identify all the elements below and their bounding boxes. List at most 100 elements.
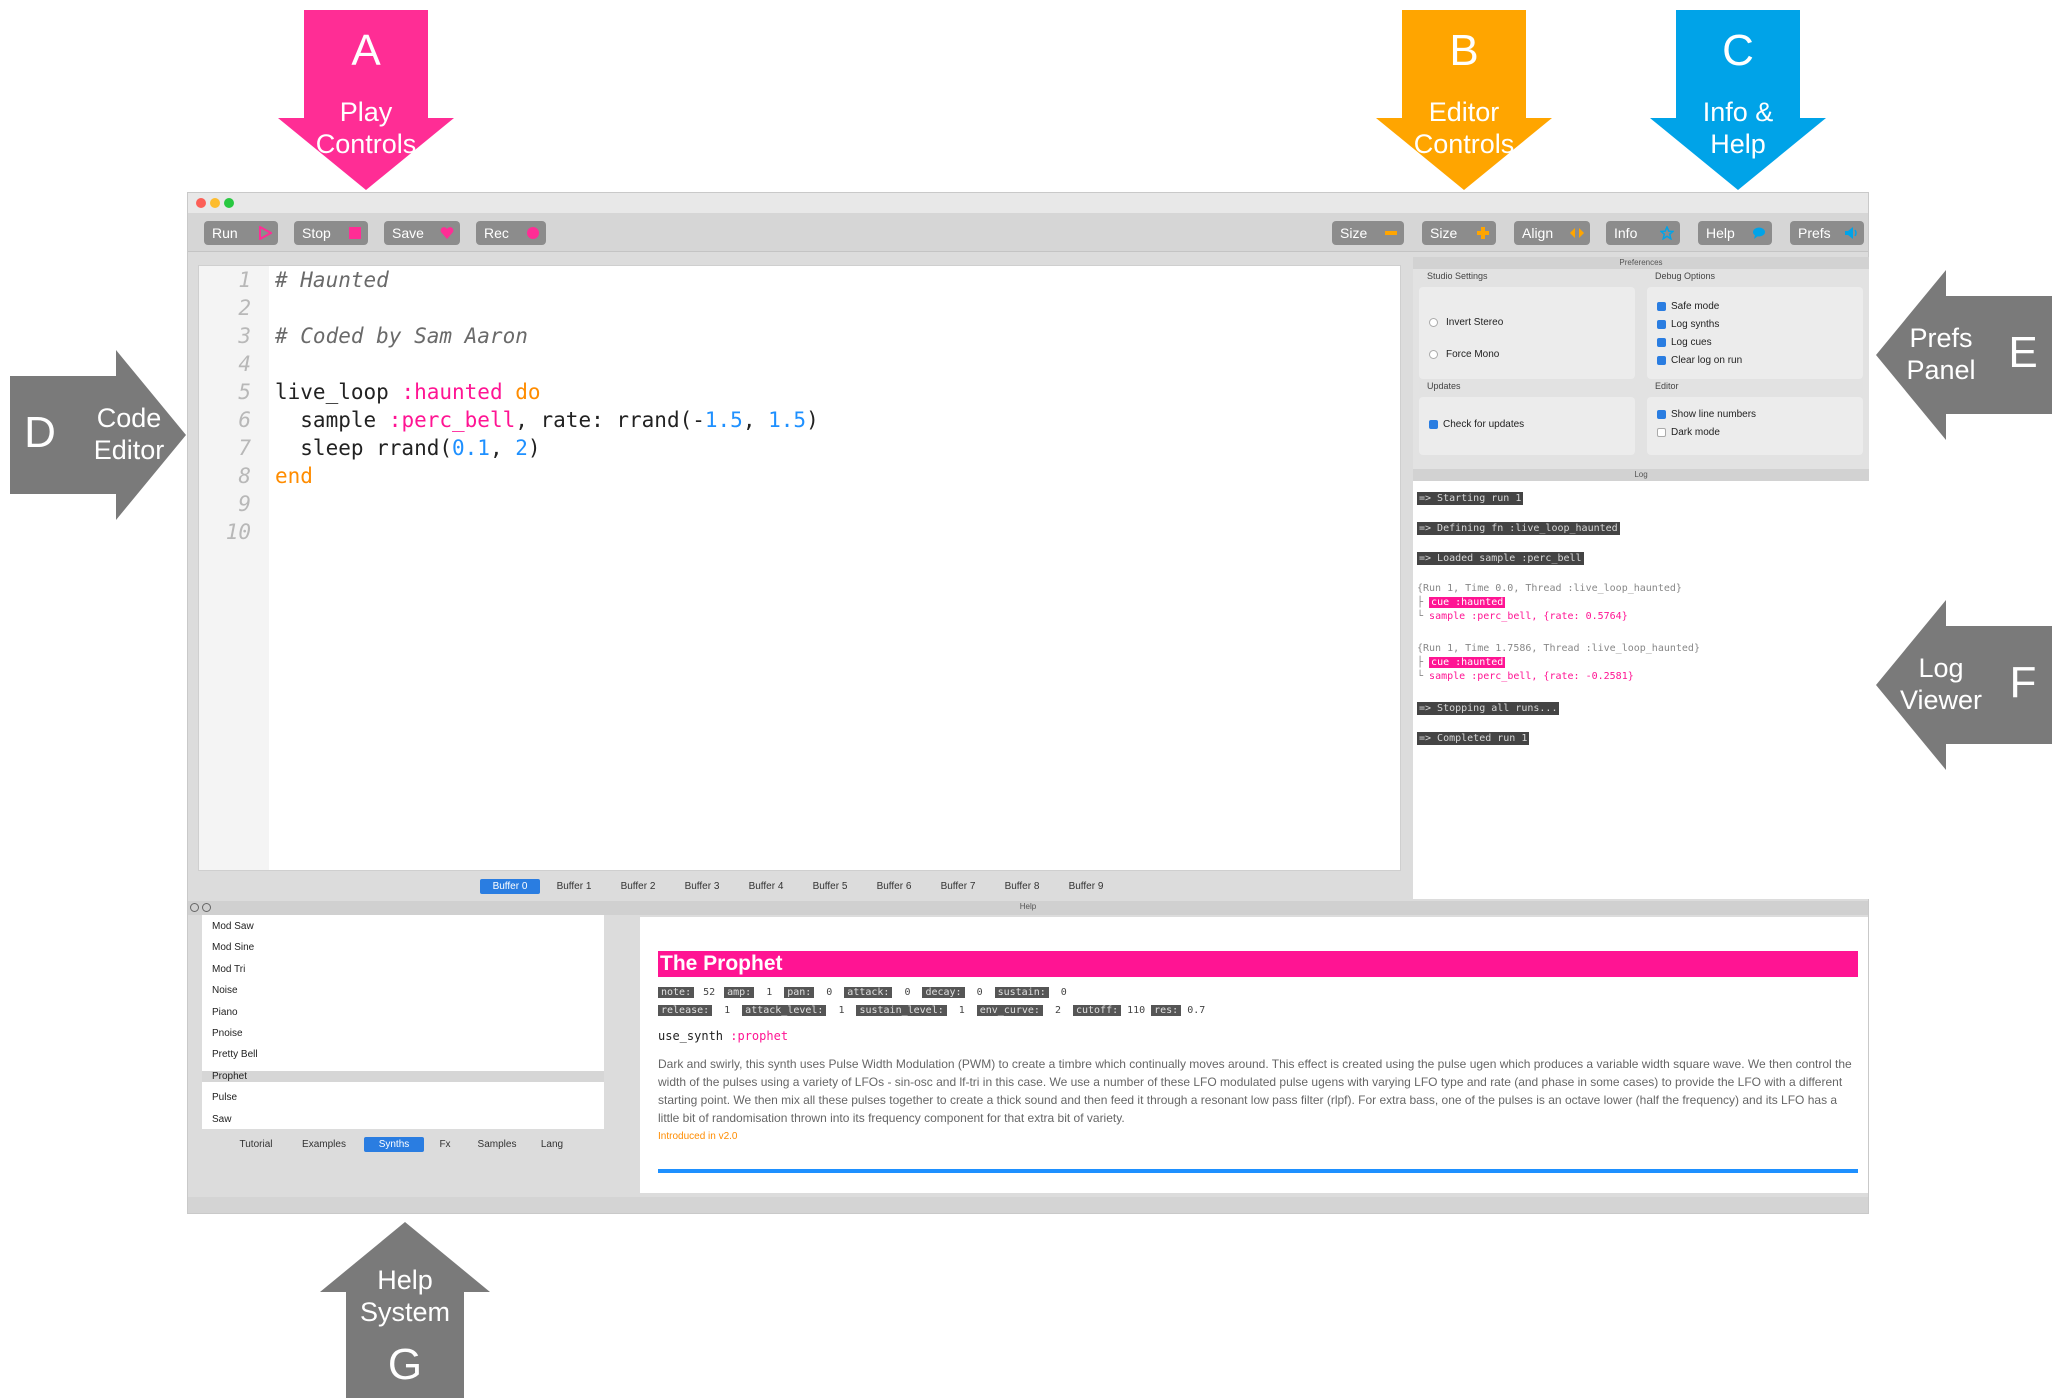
arg-name: pan: xyxy=(784,987,815,998)
code-token: sample xyxy=(275,408,389,432)
callout-letter: B xyxy=(1449,26,1479,75)
buffer-tab[interactable]: Buffer 2 xyxy=(608,879,668,894)
prefs-button[interactable]: Prefs xyxy=(1790,221,1864,245)
synth-list[interactable]: Mod Saw Mod Sine Mod Tri Noise Piano Pnoise Pr… xyxy=(202,915,604,1129)
record-button[interactable]: Rec xyxy=(476,221,546,245)
dark-mode-checkbox[interactable]: Dark mode xyxy=(1657,427,1720,438)
text-size-decrease-button[interactable]: Size xyxy=(1332,221,1404,245)
callout-letter: G xyxy=(387,1340,423,1389)
minimize-window-button[interactable] xyxy=(210,198,220,208)
synth-list-item[interactable]: Mod Sine xyxy=(212,942,254,953)
code-token: 1.5 xyxy=(768,408,807,432)
speaker-icon xyxy=(1845,227,1857,239)
code-token: live_loop xyxy=(275,380,402,404)
help-document: The Prophet note: 52 amp: 1 pan: 0 attack: 0 dec… xyxy=(640,917,1868,1193)
align-icon xyxy=(1570,228,1584,238)
callout-letter: C xyxy=(1722,26,1754,75)
checkbox-checked xyxy=(1657,337,1666,347)
log-text: => Defining fn :live_loop_haunted xyxy=(1417,522,1620,535)
synth-list-item[interactable]: Pulse xyxy=(212,1092,237,1103)
arg-name: attack_level: xyxy=(742,1005,827,1016)
arg-value: 0 xyxy=(976,987,983,998)
star-icon xyxy=(1660,226,1674,240)
arg-name: decay: xyxy=(922,987,965,998)
option-label: Invert Stereo xyxy=(1446,317,1504,328)
debug-options-group: Debug Options Safe mode Log synths Log c… xyxy=(1647,271,1863,379)
doc-divider xyxy=(658,1169,1858,1173)
synth-list-item[interactable]: Mod Saw xyxy=(212,921,254,932)
buffer-tab[interactable]: Buffer 4 xyxy=(736,879,796,894)
save-button[interactable]: Save xyxy=(384,221,460,245)
arg-name: sustain: xyxy=(994,987,1049,998)
callout-label: Editor xyxy=(93,435,165,465)
help-tab[interactable]: Tutorial xyxy=(228,1137,284,1152)
synth-list-item[interactable]: Pnoise xyxy=(212,1028,243,1039)
log-synths-checkbox[interactable]: Log synths xyxy=(1657,319,1719,330)
callout-letter: D xyxy=(24,408,56,457)
buffer-tab[interactable]: Buffer 6 xyxy=(864,879,924,894)
callout-label: Controls xyxy=(1413,129,1515,159)
line-number: 7 xyxy=(238,436,251,460)
help-tab[interactable]: Samples xyxy=(466,1137,528,1152)
buffer-tab[interactable]: Buffer 9 xyxy=(1056,879,1116,894)
help-tab[interactable]: Fx xyxy=(428,1137,462,1152)
force-mono-radio[interactable]: Force Mono xyxy=(1429,349,1499,360)
synth-args-row: note: 52 amp: 1 pan: 0 attack: 0 decay: 0 sustain:… xyxy=(658,987,1079,998)
code-line: # Haunted xyxy=(275,268,389,292)
show-line-numbers-checkbox[interactable]: Show line numbers xyxy=(1657,409,1756,420)
speech-bubble-icon xyxy=(1753,227,1765,239)
option-label: Check for updates xyxy=(1443,419,1525,430)
buffer-tab[interactable]: Buffer 5 xyxy=(800,879,860,894)
help-doc-title: The Prophet xyxy=(658,951,1858,977)
checkbox-checked xyxy=(1657,409,1666,419)
code-editor[interactable]: 1 2 3 4 5 6 7 8 9 10 # Haunted # Coded b… xyxy=(198,265,1401,871)
help-tab[interactable]: Lang xyxy=(532,1137,572,1152)
text-size-increase-button[interactable]: Size xyxy=(1422,221,1496,245)
align-button-label: Align xyxy=(1522,225,1554,241)
synth-list-item[interactable]: Saw xyxy=(212,1114,231,1125)
run-button[interactable]: Run xyxy=(204,221,278,245)
editor-options-group: Editor Show line numbers Dark mode xyxy=(1647,381,1863,455)
buffer-tab[interactable]: Buffer 3 xyxy=(672,879,732,894)
arg-name: sustain_level: xyxy=(856,1005,947,1016)
clear-log-checkbox[interactable]: Clear log on run xyxy=(1657,355,1742,366)
callout-code-editor: D Code Editor xyxy=(10,350,186,520)
log-tree-glyph: ├ xyxy=(1417,657,1430,668)
synth-list-item[interactable]: Noise xyxy=(212,985,238,996)
synth-list-item[interactable]: Pretty Bell xyxy=(212,1049,258,1060)
buffer-tab[interactable]: Buffer 0 xyxy=(480,879,540,894)
callout-label: Info & xyxy=(1702,97,1774,127)
buffer-tab[interactable]: Buffer 1 xyxy=(544,879,604,894)
code-line: sleep rrand(0.1, 2) xyxy=(275,436,540,460)
stop-button[interactable]: Stop xyxy=(294,221,368,245)
log-line: ├ cue :haunted xyxy=(1417,657,1506,668)
buffer-tab[interactable]: Buffer 7 xyxy=(928,879,988,894)
arg-value: 2 xyxy=(1054,1005,1061,1016)
close-window-button[interactable] xyxy=(196,198,206,208)
stop-button-label: Stop xyxy=(302,225,331,241)
option-label: Clear log on run xyxy=(1671,355,1743,366)
synth-list-item[interactable]: Piano xyxy=(212,1007,238,1018)
log-line: {Run 1, Time 1.7586, Thread :live_loop_h… xyxy=(1417,643,1700,654)
callout-label: System xyxy=(359,1297,451,1327)
studio-settings-group: Studio Settings Invert Stereo Force Mono xyxy=(1419,271,1635,379)
zoom-window-button[interactable] xyxy=(224,198,234,208)
safe-mode-checkbox[interactable]: Safe mode xyxy=(1657,301,1719,312)
info-button[interactable]: Info xyxy=(1606,221,1680,245)
log-cues-checkbox[interactable]: Log cues xyxy=(1657,337,1712,348)
align-button[interactable]: Align xyxy=(1514,221,1590,245)
invert-stereo-radio[interactable]: Invert Stereo xyxy=(1429,317,1503,328)
callout-play-controls: A Play Controls xyxy=(278,10,454,190)
buffer-tab[interactable]: Buffer 8 xyxy=(992,879,1052,894)
synth-list-item[interactable]: Prophet xyxy=(202,1070,604,1082)
callout-help-system: Help System G xyxy=(320,1222,490,1398)
help-tab[interactable]: Examples xyxy=(288,1137,360,1152)
check-updates-checkbox[interactable]: Check for updates xyxy=(1429,419,1524,430)
help-tab[interactable]: Synths xyxy=(364,1137,424,1152)
record-button-label: Rec xyxy=(484,225,509,241)
synth-list-item[interactable]: Mod Tri xyxy=(212,964,245,975)
help-button[interactable]: Help xyxy=(1698,221,1772,245)
line-number: 8 xyxy=(238,464,251,488)
log-viewer[interactable]: Log => Starting run 1 => Defining fn :li… xyxy=(1413,469,1869,899)
introduced-version: Introduced in v2.0 xyxy=(658,1131,738,1142)
